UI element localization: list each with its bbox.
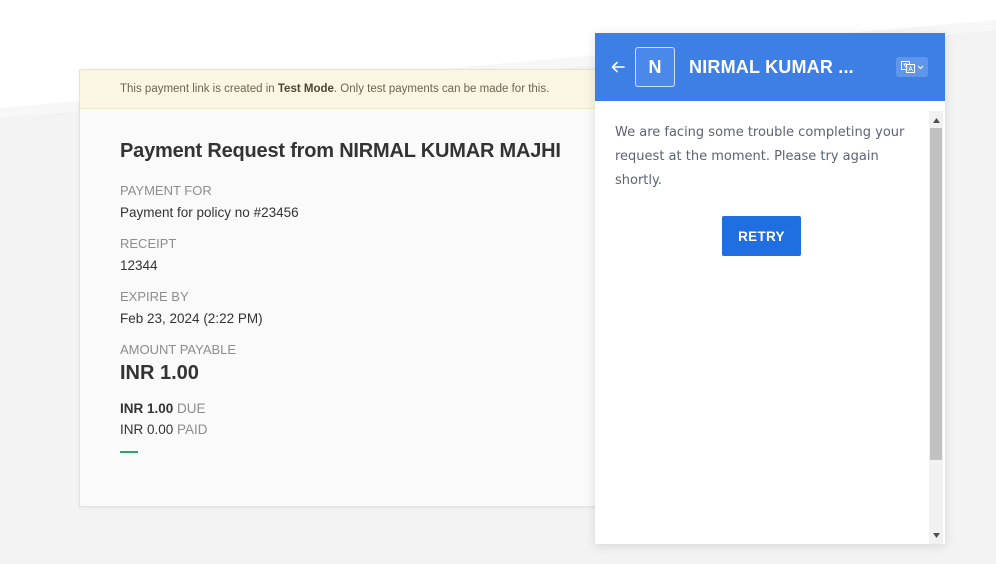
payment-title: Payment Request from NIRMAL KUMAR MAJHI bbox=[120, 140, 561, 162]
scrollbar[interactable] bbox=[929, 111, 943, 544]
triangle-up-icon bbox=[932, 117, 940, 123]
banner-suffix: . Only test payments can be made for thi… bbox=[333, 83, 550, 95]
scrollbar-thumb[interactable] bbox=[930, 128, 942, 460]
banner-prefix: This payment link is created in bbox=[120, 83, 275, 95]
checkout-header: N NIRMAL KUMAR ... bbox=[595, 33, 945, 101]
amount-payable-value: INR 1.00 bbox=[120, 362, 199, 384]
error-message: We are facing some trouble completing yo… bbox=[615, 125, 905, 188]
paid-amount: INR 0.00 bbox=[120, 422, 174, 437]
payment-request-card: This payment link is created in Test Mod… bbox=[79, 69, 609, 507]
receipt-label: RECEIPT bbox=[120, 236, 177, 251]
payment-for-label: PAYMENT FOR bbox=[120, 183, 212, 198]
scroll-up-arrow[interactable] bbox=[929, 113, 943, 127]
due-line: INR 1.00 DUE bbox=[120, 401, 568, 416]
receipt-value: 12344 bbox=[120, 258, 158, 273]
translate-icon bbox=[900, 61, 915, 73]
expire-by-label: EXPIRE BY bbox=[120, 289, 189, 304]
payment-progress-indicator bbox=[120, 451, 138, 453]
test-mode-banner: This payment link is created in Test Mod… bbox=[80, 70, 608, 109]
due-label: DUE bbox=[177, 401, 206, 416]
scroll-down-arrow[interactable] bbox=[929, 528, 943, 542]
language-selector[interactable] bbox=[896, 57, 928, 77]
paid-line: INR 0.00 PAID bbox=[120, 422, 568, 437]
due-amount: INR 1.00 bbox=[120, 401, 174, 416]
amount-payable-label: AMOUNT PAYABLE bbox=[120, 342, 237, 357]
back-button[interactable] bbox=[609, 58, 627, 76]
triangle-down-icon bbox=[932, 532, 940, 538]
arrow-left-icon bbox=[611, 61, 625, 73]
merchant-avatar: N bbox=[635, 47, 675, 87]
merchant-name: NIRMAL KUMAR ... bbox=[689, 56, 854, 77]
chevron-down-icon bbox=[917, 65, 923, 69]
expire-by-value: Feb 23, 2024 (2:22 PM) bbox=[120, 311, 263, 326]
payment-for-value: Payment for policy no #23456 bbox=[120, 205, 299, 220]
paid-label: PAID bbox=[177, 422, 208, 437]
checkout-content: We are facing some trouble completing yo… bbox=[595, 101, 945, 544]
checkout-modal: N NIRMAL KUMAR ... We are facing some tr… bbox=[595, 33, 945, 544]
banner-mode: Test Mode bbox=[277, 83, 334, 95]
retry-button[interactable]: RETRY bbox=[722, 216, 801, 256]
